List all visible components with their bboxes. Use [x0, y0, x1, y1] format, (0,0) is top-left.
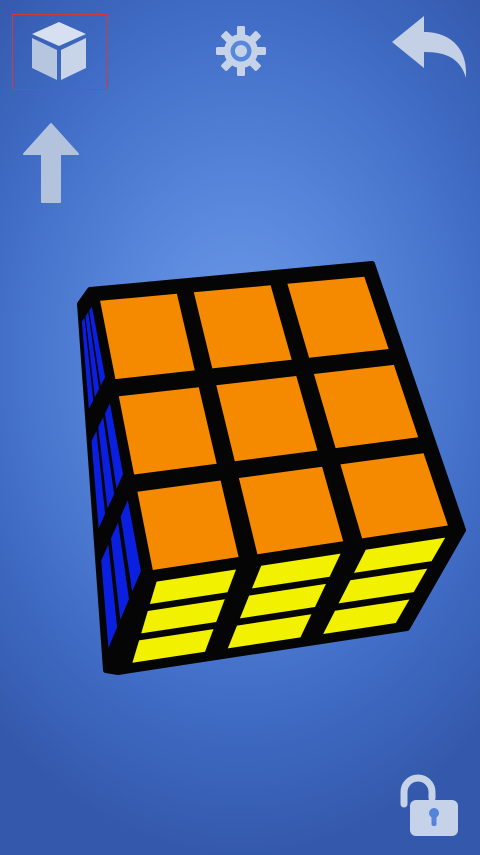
rubiks-cube[interactable]	[0, 0, 480, 855]
cube-face-top[interactable]	[100, 276, 448, 571]
game-screen: { "toolbar": { "view_mode": { "icon": "c…	[0, 0, 480, 855]
sticker-top-2-0[interactable]	[137, 480, 239, 571]
